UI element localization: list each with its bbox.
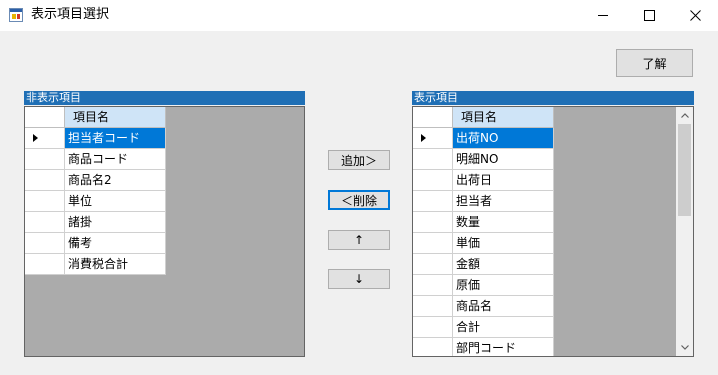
dialog-window: 表示項目選択 了解 非表示項目 項目名 担当者コード 商品コード 商品名2 単位 諸掛備…: [0, 0, 718, 375]
row-header[interactable]: [413, 149, 453, 170]
item-name-cell[interactable]: 商品名: [453, 296, 554, 317]
vertical-scrollbar[interactable]: [676, 107, 693, 356]
row-header[interactable]: [413, 170, 453, 191]
row-header[interactable]: [413, 296, 453, 317]
column-header-item-name[interactable]: 項目名: [65, 107, 166, 128]
maximize-button[interactable]: [626, 0, 672, 31]
row-header[interactable]: [25, 149, 65, 170]
table-row[interactable]: 商品コード: [25, 149, 166, 170]
column-header-item-name[interactable]: 項目名: [453, 107, 554, 128]
item-name-cell[interactable]: 明細NO: [453, 149, 554, 170]
item-name-cell[interactable]: 原価: [453, 275, 554, 296]
ok-button[interactable]: 了解: [616, 49, 693, 77]
table-row[interactable]: 商品名: [413, 296, 554, 317]
current-row-indicator-icon: [33, 134, 38, 142]
table-row[interactable]: 単位: [25, 191, 166, 212]
close-button[interactable]: [672, 0, 718, 31]
close-icon: [689, 10, 701, 21]
table-row[interactable]: 原価: [413, 275, 554, 296]
shown-items-header: 表示項目: [412, 91, 694, 105]
move-up-button[interactable]: ↑: [328, 230, 390, 250]
item-name-cell[interactable]: 出荷NO: [453, 128, 554, 149]
table-row[interactable]: 担当者コード: [25, 128, 166, 149]
grid-corner: [413, 107, 453, 128]
grid-header-row: 項目名: [25, 107, 166, 128]
table-row[interactable]: 出荷NO: [413, 128, 554, 149]
item-name-cell[interactable]: 金額: [453, 254, 554, 275]
item-name-cell[interactable]: 単位: [65, 191, 166, 212]
item-name-cell[interactable]: 消費税合計: [65, 254, 166, 275]
table-row[interactable]: 諸掛: [25, 212, 166, 233]
table-row[interactable]: 数量: [413, 212, 554, 233]
table-row[interactable]: 出荷日: [413, 170, 554, 191]
table-row[interactable]: 消費税合計: [25, 254, 166, 275]
row-header[interactable]: [413, 275, 453, 296]
current-row-indicator-icon: [421, 134, 426, 142]
scroll-up-arrow-icon[interactable]: [676, 107, 693, 124]
item-name-cell[interactable]: 備考: [65, 233, 166, 254]
item-name-cell[interactable]: 担当者: [453, 191, 554, 212]
app-icon: [9, 8, 23, 22]
minimize-icon: [598, 15, 608, 16]
item-name-cell[interactable]: 部門コード: [453, 338, 554, 356]
table-row[interactable]: 明細NO: [413, 149, 554, 170]
row-header[interactable]: [413, 212, 453, 233]
scroll-down-arrow-icon[interactable]: [676, 339, 693, 356]
window-title: 表示項目選択: [31, 7, 110, 22]
hidden-items-header: 非表示項目: [24, 91, 305, 105]
row-header[interactable]: [25, 233, 65, 254]
row-header[interactable]: [25, 128, 65, 149]
item-name-cell[interactable]: 諸掛: [65, 212, 166, 233]
title-bar: 表示項目選択: [0, 0, 718, 31]
table-row[interactable]: 合計: [413, 317, 554, 338]
add-button[interactable]: 追加＞: [328, 150, 390, 170]
item-name-cell[interactable]: 商品名2: [65, 170, 166, 191]
table-row[interactable]: 商品名2: [25, 170, 166, 191]
item-name-cell[interactable]: 数量: [453, 212, 554, 233]
item-name-cell[interactable]: 単価: [453, 233, 554, 254]
table-row[interactable]: 担当者: [413, 191, 554, 212]
grid-header-row: 項目名: [413, 107, 554, 128]
item-name-cell[interactable]: 商品コード: [65, 149, 166, 170]
item-name-cell[interactable]: 出荷日: [453, 170, 554, 191]
grid-corner: [25, 107, 65, 128]
row-header[interactable]: [413, 128, 453, 149]
row-header[interactable]: [413, 338, 453, 356]
table-row[interactable]: 金額: [413, 254, 554, 275]
maximize-icon: [643, 10, 655, 21]
row-header[interactable]: [25, 170, 65, 191]
row-header[interactable]: [413, 233, 453, 254]
scrollbar-thumb[interactable]: [678, 124, 691, 216]
row-header[interactable]: [413, 317, 453, 338]
item-name-cell[interactable]: 担当者コード: [65, 128, 166, 149]
table-row[interactable]: 部門コード: [413, 338, 554, 356]
row-header[interactable]: [413, 191, 453, 212]
row-header[interactable]: [25, 212, 65, 233]
minimize-button[interactable]: [580, 0, 626, 31]
table-row[interactable]: 単価: [413, 233, 554, 254]
row-header[interactable]: [25, 254, 65, 275]
delete-button[interactable]: ＜削除: [328, 190, 390, 210]
move-down-button[interactable]: ↓: [328, 269, 390, 289]
hidden-items-grid[interactable]: 項目名 担当者コード 商品コード 商品名2 単位 諸掛 備考 消費税合計: [24, 106, 305, 357]
shown-items-grid[interactable]: 項目名 出荷NO 明細NO 出荷日 担当者 数量 単価 金額 原価 商品名 合計 部門コード: [412, 106, 694, 357]
item-name-cell[interactable]: 合計: [453, 317, 554, 338]
row-header[interactable]: [25, 191, 65, 212]
table-row[interactable]: 備考: [25, 233, 166, 254]
row-header[interactable]: [413, 254, 453, 275]
